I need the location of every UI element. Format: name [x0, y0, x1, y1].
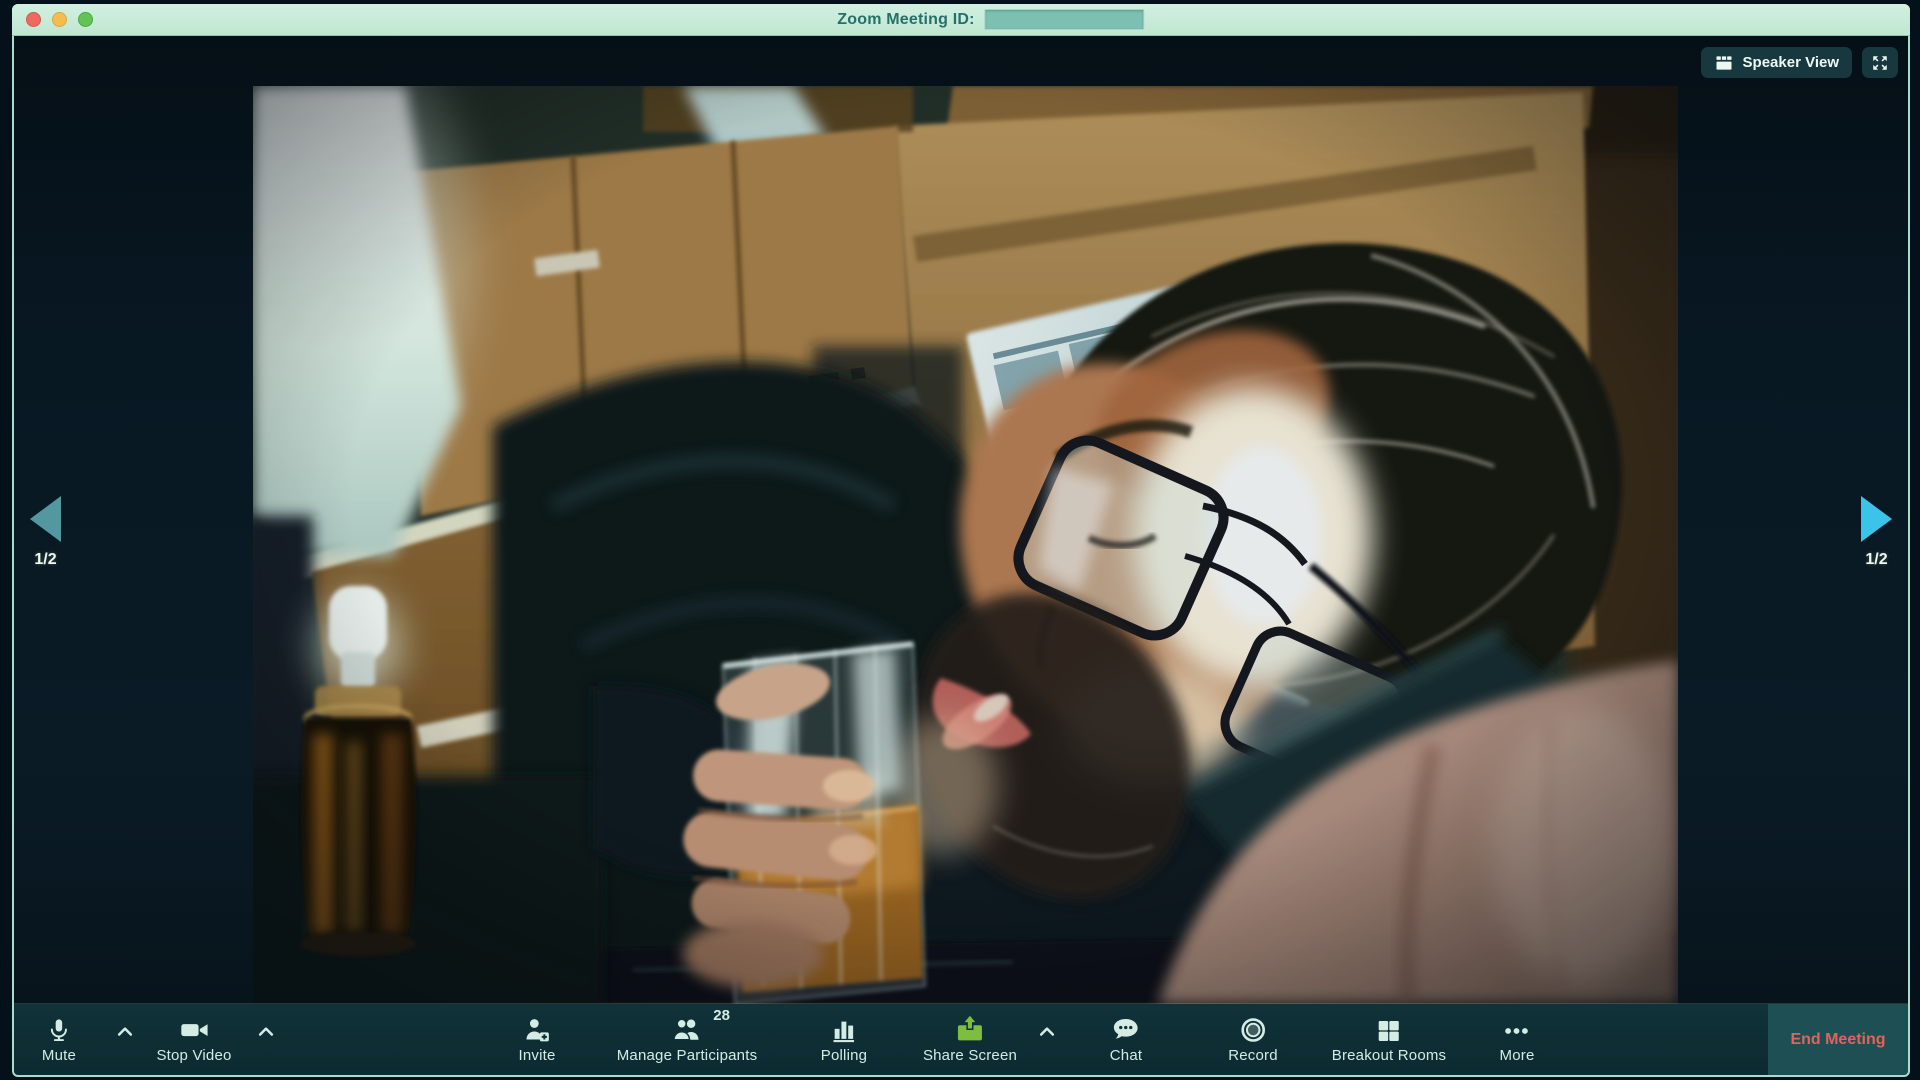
fullscreen-button[interactable] [1862, 47, 1898, 78]
more-label: More [1500, 1047, 1535, 1064]
manage-participants-label: Manage Participants [617, 1047, 758, 1064]
speaker-view-button[interactable]: Speaker View [1701, 47, 1852, 78]
next-page-arrow[interactable] [1861, 496, 1892, 542]
video-options-chevron[interactable] [255, 1022, 277, 1047]
more-button[interactable]: More [1500, 1011, 1535, 1064]
mute-button[interactable]: Mute [42, 1011, 76, 1064]
meeting-id-redacted-box [985, 9, 1145, 30]
window-title: Zoom Meeting ID: [837, 11, 974, 29]
more-ellipsis-icon [1502, 1011, 1532, 1045]
polling-button[interactable]: Polling [821, 1011, 867, 1064]
minimize-window-button[interactable] [52, 12, 67, 27]
previous-page-arrow[interactable] [30, 496, 61, 542]
share-screen-icon [954, 1011, 986, 1045]
end-meeting-panel: End Meeting [1768, 1004, 1908, 1075]
invite-person-icon [522, 1011, 552, 1045]
fullscreen-expand-icon [1871, 54, 1889, 72]
mute-label: Mute [42, 1047, 76, 1064]
speaker-view-label: Speaker View [1743, 54, 1839, 71]
share-screen-label: Share Screen [923, 1047, 1017, 1064]
participants-icon: 28 [670, 1011, 704, 1045]
chat-button[interactable]: Chat [1110, 1011, 1143, 1064]
breakout-grid-icon [1375, 1011, 1403, 1045]
titlebar: Zoom Meeting ID: [12, 4, 1910, 36]
chat-bubble-icon [1111, 1011, 1141, 1045]
microphone-icon [46, 1011, 72, 1045]
invite-button[interactable]: Invite [518, 1011, 555, 1064]
end-meeting-button[interactable]: End Meeting [1784, 1030, 1891, 1050]
participants-count-badge: 28 [713, 1007, 730, 1024]
polling-label: Polling [821, 1047, 867, 1064]
record-label: Record [1228, 1047, 1278, 1064]
traffic-lights [26, 12, 93, 27]
meeting-toolbar: Mute Stop Video [14, 1004, 1908, 1075]
participant-video-feed [253, 86, 1678, 1004]
maximize-window-button[interactable] [78, 12, 93, 27]
window-title-group: Zoom Meeting ID: [837, 4, 1144, 35]
record-circle-icon [1238, 1011, 1268, 1045]
polling-bars-icon [830, 1011, 858, 1045]
speaker-view-icon [1714, 53, 1734, 73]
record-button[interactable]: Record [1228, 1011, 1278, 1064]
zoom-app-window: Zoom Meeting ID: Speaker View [0, 0, 1920, 1080]
manage-participants-button[interactable]: 28 Manage Participants [617, 1011, 758, 1064]
share-screen-button[interactable]: Share Screen [923, 1011, 1017, 1064]
stop-video-button[interactable]: Stop Video [156, 1011, 231, 1064]
mute-options-chevron[interactable] [114, 1022, 136, 1047]
video-camera-icon [178, 1011, 210, 1045]
webcam-photo [253, 86, 1678, 1004]
breakout-rooms-button[interactable]: Breakout Rooms [1332, 1011, 1447, 1064]
stop-video-label: Stop Video [156, 1047, 231, 1064]
close-window-button[interactable] [26, 12, 41, 27]
share-options-chevron[interactable] [1036, 1022, 1058, 1047]
chat-label: Chat [1110, 1047, 1143, 1064]
page-indicator-left: 1/2 [34, 551, 56, 569]
breakout-rooms-label: Breakout Rooms [1332, 1047, 1447, 1064]
invite-label: Invite [518, 1047, 555, 1064]
page-indicator-right: 1/2 [1865, 551, 1887, 569]
